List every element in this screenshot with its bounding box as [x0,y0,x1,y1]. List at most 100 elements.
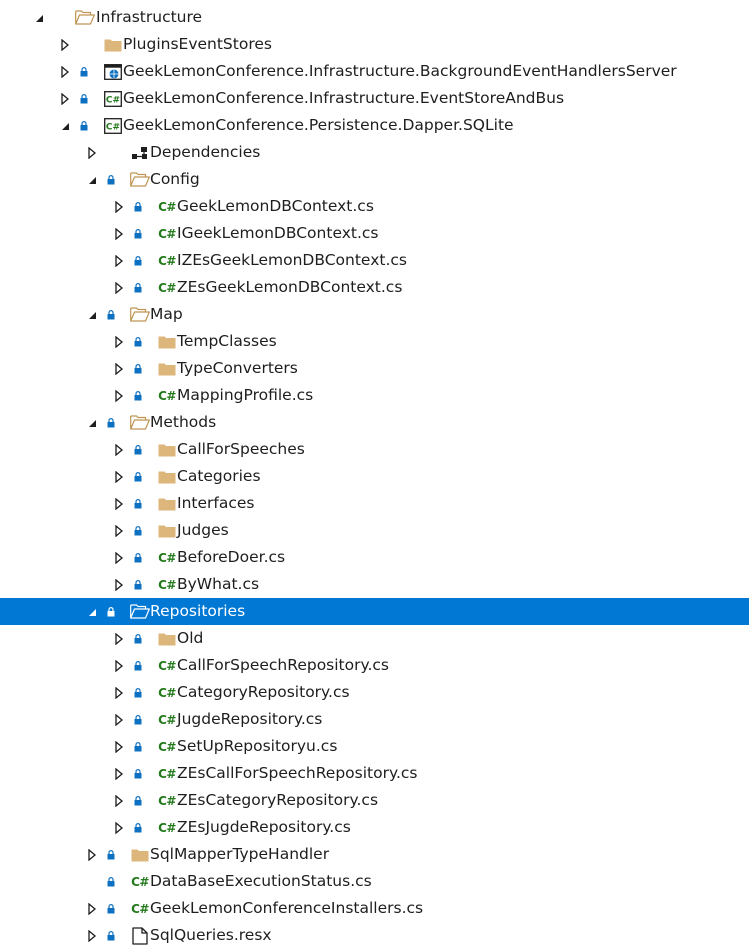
expand-arrow-icon[interactable] [58,85,72,112]
tree-item-jugderepository[interactable]: C# JugdeRepository.cs [0,706,749,733]
tree-item-old[interactable]: Old [0,625,749,652]
expand-arrow-icon[interactable] [112,382,126,409]
expand-arrow-icon[interactable] [112,787,126,814]
expand-arrow-icon[interactable] [112,814,126,841]
tree-item-map[interactable]: Map [0,301,749,328]
folder-icon [157,517,177,544]
folder-icon [130,841,150,868]
lock-icon [133,490,143,517]
expand-arrow-icon[interactable] [112,463,126,490]
tree-item-bywhat[interactable]: C# ByWhat.cs [0,571,749,598]
collapse-arrow-icon[interactable] [32,4,46,31]
tree-item-geeklemondbcontext[interactable]: C# GeekLemonDBContext.cs [0,193,749,220]
expand-arrow-icon[interactable] [112,760,126,787]
tree-item-sqlmappertypehandler[interactable]: SqlMapperTypeHandler [0,841,749,868]
expand-arrow-icon[interactable] [112,274,126,301]
tree-item-izesgeeklemondbcontext[interactable]: C# IZEsGeekLemonDBContext.cs [0,247,749,274]
tree-item-callforspeechrepository[interactable]: C# CallForSpeechRepository.cs [0,652,749,679]
expand-arrow-icon[interactable] [112,220,126,247]
expand-arrow-icon[interactable] [112,571,126,598]
expand-arrow-icon[interactable] [85,922,99,949]
expand-arrow-icon[interactable] [112,517,126,544]
expand-arrow-icon[interactable] [112,625,126,652]
tree-item-methods[interactable]: Methods [0,409,749,436]
tree-item-setuprepositoryu[interactable]: C# SetUpRepositoryu.cs [0,733,749,760]
tree-item-zescallforspeechrepository[interactable]: C# ZEsCallForSpeechRepository.cs [0,760,749,787]
tree-item-beforedoer[interactable]: C# BeforeDoer.cs [0,544,749,571]
tree-item-label: SqlMapperTypeHandler [150,845,330,863]
expand-arrow-icon[interactable] [112,706,126,733]
expand-arrow-icon[interactable] [112,193,126,220]
tree-item-typeconverters[interactable]: TypeConverters [0,355,749,382]
expand-arrow-icon[interactable] [112,247,126,274]
tree-item-dependencies[interactable]: Dependencies [0,139,749,166]
tree-item-label: GeekLemonConference.Infrastructure.Event… [123,89,565,107]
csharp-project-icon: C# [103,85,123,112]
lock-icon [106,841,116,868]
collapse-arrow-icon[interactable] [58,112,72,139]
svg-text:C#: C# [106,95,120,105]
collapse-arrow-icon[interactable] [85,598,99,625]
tree-item-categories[interactable]: Categories [0,463,749,490]
tree-item-judges[interactable]: Judges [0,517,749,544]
lock-icon [133,274,143,301]
expand-arrow-icon[interactable] [112,652,126,679]
expand-arrow-icon[interactable] [112,436,126,463]
expand-arrow-icon[interactable] [112,328,126,355]
expand-arrow-icon[interactable] [112,679,126,706]
tree-item-label: IGeekLemonDBContext.cs [177,224,379,242]
collapse-arrow-icon[interactable] [85,301,99,328]
expand-arrow-icon[interactable] [112,733,126,760]
tree-item-eventstoreandbus[interactable]: C# GeekLemonConference.Infrastructure.Eve… [0,85,749,112]
tree-item-pluginseventstores[interactable]: PluginsEventStores [0,31,749,58]
lock-icon [106,868,116,895]
tree-item-zesjugderepository[interactable]: C# ZEsJugdeRepository.cs [0,814,749,841]
tree-item-categoryrepository[interactable]: C# CategoryRepository.cs [0,679,749,706]
csharp-file-icon: C# [131,874,149,889]
csharp-file-icon: C# [158,226,176,241]
csharp-file-icon: C# [158,658,176,673]
tree-item-label: Map [150,305,183,323]
expand-arrow-icon[interactable] [58,58,72,85]
collapse-arrow-icon[interactable] [85,166,99,193]
expand-arrow-icon[interactable] [112,355,126,382]
collapse-arrow-icon[interactable] [85,409,99,436]
tree-item-interfaces[interactable]: Interfaces [0,490,749,517]
tree-item-config[interactable]: Config [0,166,749,193]
tree-item-label: CategoryRepository.cs [177,683,350,701]
csharp-file-icon: C# [131,901,149,916]
folder-icon [157,463,177,490]
expand-arrow-icon[interactable] [58,31,72,58]
lock-icon [133,436,143,463]
tree-item-tempclasses[interactable]: TempClasses [0,328,749,355]
lock-icon [133,571,143,598]
tree-item-sqlqueries-resx[interactable]: SqlQueries.resx [0,922,749,949]
tree-item-igeeklemondbcontext[interactable]: C# IGeekLemonDBContext.cs [0,220,749,247]
expand-arrow-icon[interactable] [112,544,126,571]
tree-item-databaseexecutionstatus[interactable]: C# DataBaseExecutionStatus.cs [0,868,749,895]
tree-item-repositories[interactable]: Repositories [0,598,749,625]
tree-item-geeklemonconferenceinstallers[interactable]: C# GeekLemonConferenceInstallers.cs [0,895,749,922]
tree-item-label: TypeConverters [177,359,298,377]
folder-icon [157,436,177,463]
tree-item-persistence-dapper-sqlite[interactable]: C# GeekLemonConference.Persistence.Dapper… [0,112,749,139]
tree-item-zescategoryrepository[interactable]: C# ZEsCategoryRepository.cs [0,787,749,814]
csharp-file-icon: C# [158,253,176,268]
tree-item-callforspeeches[interactable]: CallForSpeeches [0,436,749,463]
expand-arrow-icon[interactable] [85,841,99,868]
solution-explorer-tree: Infrastructure PluginsEventStores GeekLemo… [0,4,749,949]
web-project-icon [103,58,123,85]
tree-item-mappingprofile[interactable]: C# MappingProfile.cs [0,382,749,409]
expand-arrow-icon[interactable] [85,139,99,166]
expand-arrow-icon[interactable] [85,895,99,922]
lock-icon [106,895,116,922]
csharp-file-icon: C# [158,820,176,835]
tree-item-backgroundeventhandlersserver[interactable]: GeekLemonConference.Infrastructure.Backg… [0,58,749,85]
tree-item-label: Dependencies [150,143,261,161]
expand-arrow-icon[interactable] [112,490,126,517]
csharp-file-icon: C# [158,550,176,565]
lock-icon [133,706,143,733]
lock-icon [133,220,143,247]
tree-item-infrastructure[interactable]: Infrastructure [0,4,749,31]
tree-item-zesgeeklemondbcontext[interactable]: C# ZEsGeekLemonDBContext.cs [0,274,749,301]
